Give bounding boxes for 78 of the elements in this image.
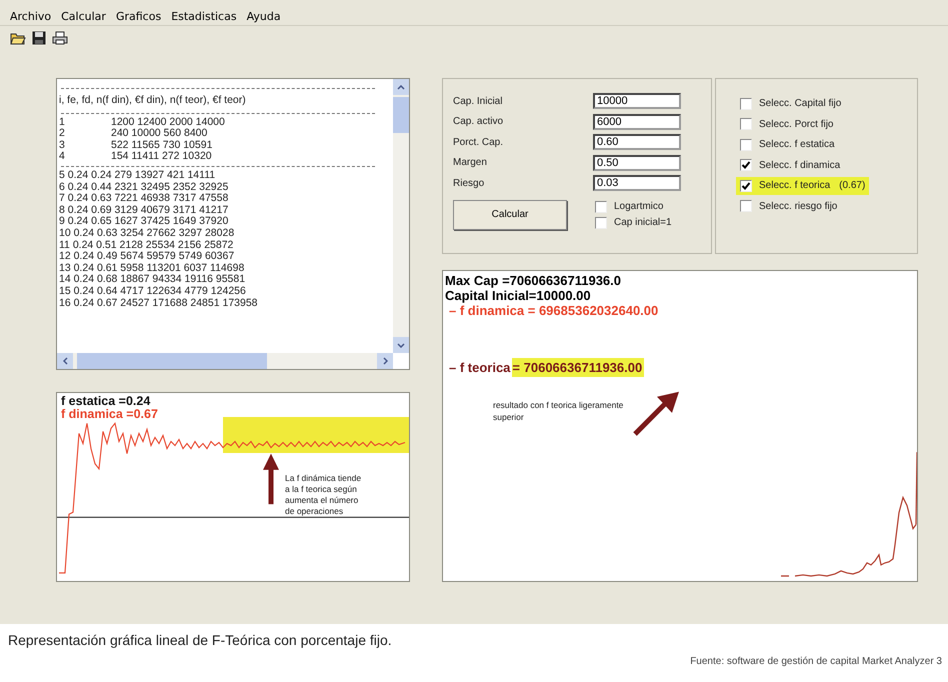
row-values: 240 10000 560 8400 [111, 128, 208, 140]
checkbox-label: Selecc. Capital fijo [759, 98, 842, 110]
row-index: 4 [59, 151, 66, 163]
row-values: 522 11565 730 10591 [111, 140, 212, 152]
legend-text: f dinamica =0.67 [61, 408, 158, 421]
scroll-thumb[interactable] [77, 353, 267, 369]
list-row-text: 10 0.24 0.63 3254 27662 3297 28028 [59, 228, 236, 240]
list-row-text: 13 0.24 0.61 5958 113201 6037 114698 [59, 262, 246, 274]
checkbox[interactable] [740, 200, 752, 212]
checkbox[interactable] [740, 118, 752, 130]
list-row-text: 16 0.24 0.67 24527 171688 24851 173958 [59, 298, 259, 310]
save-icon[interactable] [32, 31, 46, 45]
row-values: 154 11411 272 10320 [111, 151, 212, 163]
menu-item[interactable]: Estadisticas [171, 10, 237, 23]
checkbox[interactable] [595, 216, 607, 228]
vertical-scrollbar[interactable] [393, 79, 409, 353]
list-row-text: 14 0.24 0.68 18867 94334 19116 95581 [59, 274, 246, 286]
printer-icon[interactable] [52, 31, 68, 45]
field-label: Porct. Cap. [453, 136, 504, 148]
row-index: 1 [59, 116, 66, 128]
list-row-text: 12 0.24 0.49 5674 59579 5749 60367 [59, 251, 236, 263]
list-row-text: 8 0.24 0.69 3129 40679 3171 41217 [59, 204, 230, 216]
list-row-text: 5 0.24 0.24 279 13927 421 14111 [59, 170, 216, 182]
theoretical-result-value: = 70606636711936.00 [512, 358, 644, 377]
checkbox-label: Selecc. Porct fijo [759, 118, 834, 130]
checkbox-label: Selecc. f dinamica [759, 160, 840, 171]
menu-item[interactable]: Ayuda [246, 10, 281, 23]
row-index: 3 [59, 140, 66, 152]
input-field[interactable]: 10000 [593, 93, 681, 110]
field-label: Cap. activo [453, 116, 504, 128]
menu-item[interactable]: Graficos [116, 10, 162, 23]
field-label: Margen [453, 157, 488, 168]
source-note: Fuente: software de gestión de capital Market Analyzer 3 [689, 655, 943, 667]
option-value: (0.67) [839, 180, 866, 192]
checkbox[interactable] [740, 98, 752, 110]
row-index: 2 [59, 128, 66, 140]
legend-text: f estatica =0.24 [61, 395, 152, 408]
checkbox[interactable] [740, 180, 752, 192]
scroll-left-icon[interactable] [62, 357, 68, 365]
theoretical-label: – f teorica [449, 360, 510, 375]
scroll-thumb[interactable] [393, 97, 409, 133]
up-arrow [263, 454, 279, 504]
open-folder-icon[interactable] [10, 31, 26, 45]
scroll-up-icon[interactable] [397, 84, 405, 90]
checkbox[interactable] [740, 159, 752, 172]
checkbox-label: Logartmico [614, 201, 664, 212]
list-row-text: 15 0.24 0.64 4717 122634 4779 124256 [59, 286, 247, 298]
diagonal-arrow [633, 392, 679, 436]
scroll-down-icon[interactable] [397, 342, 405, 348]
menu-item[interactable]: Archivo [10, 10, 52, 23]
list-header: i, fe, fd, n(f din), €f din), n(f teor), €f teor) [59, 95, 247, 107]
calculate-button[interactable]: Calcular [453, 200, 567, 230]
checkbox-label: Selecc. f estatica [759, 139, 835, 150]
checkbox-label: Selecc. riesgo fijo [759, 200, 838, 212]
row-values: 1200 12400 2000 14000 [111, 116, 225, 128]
scroll-right-icon[interactable] [382, 357, 388, 365]
initial-capital-text: Capital Inicial=10000.00 [445, 288, 592, 303]
list-row-text: 6 0.24 0.44 2321 32495 2352 32925 [59, 182, 230, 194]
list-row-text: 7 0.24 0.63 7221 46938 7317 47558 [59, 193, 230, 205]
checkbox[interactable] [740, 138, 752, 151]
annotation-text: resultado con f teorica ligeramente superior [493, 399, 624, 423]
input-field[interactable]: 0.60 [593, 134, 681, 150]
field-label: Cap. Inicial [453, 96, 504, 107]
input-field[interactable]: 6000 [593, 114, 681, 130]
input-field[interactable]: 0.50 [593, 154, 681, 171]
list-row-text: 9 0.24 0.65 1627 37425 1649 37920 [59, 216, 230, 228]
checkbox[interactable] [595, 200, 607, 212]
figure-caption: Representación gráfica lineal de F-Teórica con porcentaje fijo. [7, 631, 393, 648]
horizontal-scrollbar[interactable] [57, 353, 393, 369]
input-field[interactable]: 0.03 [593, 175, 681, 192]
list-row-text: 11 0.24 0.51 2128 25534 2156 25872 [59, 240, 234, 252]
checkbox-label: Cap inicial=1 [614, 217, 672, 228]
max-capital-text: Max Cap =70606636711936.0 [445, 273, 622, 288]
menu-item[interactable]: Calcular [61, 10, 106, 23]
dynamic-result-text: – f dinamica = 69685362032640.00 [449, 303, 658, 318]
field-label: Riesgo [453, 178, 486, 189]
annotation-text: La f dinámica tiende a la f teorica según aumenta el número de operaciones [285, 473, 362, 517]
checkbox-label: Selecc. f teorica [759, 180, 830, 192]
